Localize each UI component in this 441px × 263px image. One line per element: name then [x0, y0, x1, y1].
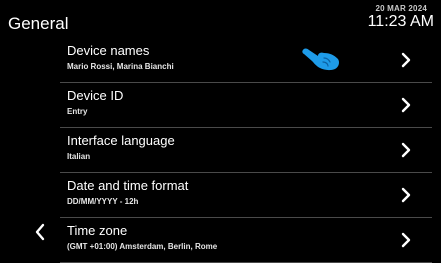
- hand-pointer-icon: [302, 48, 339, 71]
- chevron-left-icon[interactable]: [33, 222, 47, 242]
- time-display: 11:23 AM: [367, 13, 434, 30]
- setting-title: Date and time format: [67, 178, 189, 193]
- setting-value: (GMT +01:00) Amsterdam, Berlin, Rome: [67, 242, 218, 251]
- page-title: General: [8, 14, 69, 33]
- setting-title: Interface language: [67, 133, 175, 148]
- setting-value: Entry: [67, 107, 88, 116]
- setting-title: Device names: [67, 43, 150, 58]
- settings-list: Device names Mario Rossi, Marina Bianchi…: [60, 38, 432, 263]
- setting-value: Mario Rossi, Marina Bianchi: [67, 62, 174, 71]
- setting-title: Time zone: [67, 223, 128, 238]
- chevron-right-icon: [401, 52, 411, 68]
- setting-row-interface-language[interactable]: Interface language Italian: [60, 128, 432, 173]
- chevron-right-icon: [401, 187, 411, 203]
- setting-value: Italian: [67, 152, 91, 161]
- setting-row-device-names[interactable]: Device names Mario Rossi, Marina Bianchi: [60, 38, 432, 83]
- setting-value: DD/MM/YYYY - 12h: [67, 197, 139, 206]
- header-bar: General 20 MAR 2024 11:23 AM: [0, 0, 441, 36]
- chevron-right-icon: [401, 142, 411, 158]
- chevron-right-icon: [401, 97, 411, 113]
- setting-row-date-time-format[interactable]: Date and time format DD/MM/YYYY - 12h: [60, 173, 432, 218]
- setting-row-device-id[interactable]: Device ID Entry: [60, 83, 432, 128]
- date-display: 20 MAR 2024: [375, 4, 427, 13]
- chevron-right-icon: [401, 232, 411, 248]
- setting-row-time-zone[interactable]: Time zone (GMT +01:00) Amsterdam, Berlin…: [60, 218, 432, 263]
- setting-title: Device ID: [67, 88, 124, 103]
